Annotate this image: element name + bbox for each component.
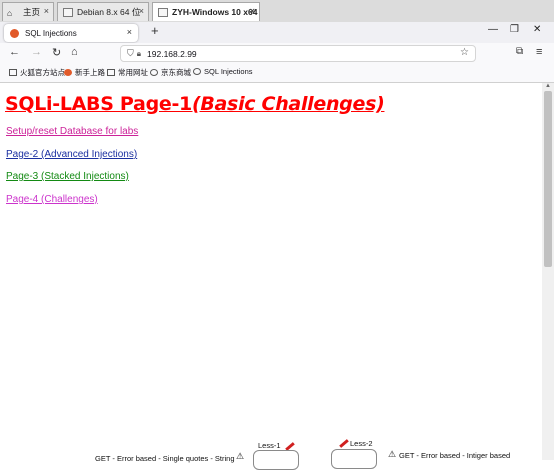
bookmark-jd[interactable]: 京东商城 [150,67,191,78]
reload-icon[interactable]: ↻ [52,46,61,59]
warning-icon: ⚠ [236,451,245,461]
close-icon[interactable]: × [250,6,255,16]
bookmark-label: 常用网址 [118,68,148,77]
close-tab-icon[interactable]: × [127,27,132,37]
globe-icon [150,69,158,76]
firefox-icon [64,69,72,76]
new-tab-button[interactable]: + [151,23,159,38]
vm-icon [63,7,73,17]
bookmarks-toolbar: 火狐官方站点 新手上路 常用网址 京东商城 SQL Injections [0,64,554,83]
navigation-toolbar: ← → ↻ ⌂ ⛉ 🔒︎ 192.168.2.99 ☆ ⧉ ≡ [0,43,554,64]
home-icon: ⌂ [7,7,13,18]
vm-tab-label: ZYH-Windows 10 x64 [172,7,258,17]
warning-icon: ⚠ [388,449,397,459]
globe-icon [193,68,201,75]
pencil-icon [339,439,349,448]
menu-icon[interactable]: ≡ [536,46,542,58]
browser-tab-strip: SQL Injections × [0,22,554,43]
extensions-icon[interactable]: ⧉ [516,46,523,57]
page-scrollbar[interactable]: ▲ [542,83,554,460]
minimize-icon[interactable]: — [488,24,498,35]
bookmark-getting-started[interactable]: 新手上路 [64,67,105,78]
page-2-link[interactable]: Page-2 (Advanced Injections) [6,149,137,160]
close-window-icon[interactable]: ✕ [533,24,541,35]
setup-database-link[interactable]: Setup/reset Database for labs [6,126,138,137]
less-1-label[interactable]: Less-1 [258,441,281,450]
vm-tab-label: 主页 [23,7,41,17]
folder-icon [9,69,17,76]
close-icon[interactable]: × [44,6,49,16]
url-bar[interactable]: ⛉ 🔒︎ 192.168.2.99 ☆ [120,45,476,62]
less-2-description: GET - Error based - Intiger based [399,451,511,460]
vm-tab-bar: ⌂ 主页 × Debian 8.x 64 位 × ZYH-Windows 10 … [0,0,554,23]
bookmark-common-sites[interactable]: 常用网址 [107,67,148,78]
bookmark-firefox-official[interactable]: 火狐官方站点 [9,67,65,78]
page-title[interactable]: SQLi-LABS Page-1(Basic Challenges) [5,93,385,115]
restore-icon[interactable]: ❐ [510,24,519,35]
title-sub: (Basic Challenges) [191,93,385,115]
url-text: 192.168.2.99 [147,48,197,59]
vm-tab-windows[interactable]: ZYH-Windows 10 x64 × [152,2,260,21]
page-4-link[interactable]: Page-4 (Challenges) [6,194,98,205]
bookmark-label: SQL Injections [204,67,253,76]
bookmark-label: 京东商城 [161,68,191,77]
firefox-icon [10,28,19,38]
shield-icon: ⛉ [127,48,134,58]
less-1-description: GET - Error based - Single quotes - Stri… [95,454,235,463]
vm-icon [158,7,168,17]
bookmark-label: 火狐官方站点 [20,68,65,77]
less-2-label[interactable]: Less-2 [350,439,373,448]
bookmark-label: 新手上路 [75,68,105,77]
back-icon[interactable]: ← [9,46,20,58]
vm-tab-home[interactable]: ⌂ 主页 × [2,2,54,21]
vm-tab-debian[interactable]: Debian 8.x 64 位 × [57,2,149,21]
home-icon[interactable]: ⌂ [71,46,78,58]
page-content: SQLi-LABS Page-1(Basic Challenges) Setup… [0,83,542,470]
scrollbar-thumb[interactable] [544,91,552,267]
title-main: SQLi-LABS Page-1 [5,93,192,115]
less-2-box[interactable] [331,449,377,469]
vm-tab-label: Debian 8.x 64 位 [77,7,141,17]
page-3-link[interactable]: Page-3 (Stacked Injections) [6,171,129,182]
bookmark-sql-injections[interactable]: SQL Injections [193,67,253,76]
scroll-up-icon[interactable]: ▲ [545,83,551,89]
close-icon[interactable]: × [139,6,144,16]
page-info-icon[interactable]: 🔒︎ [137,49,141,59]
browser-tab-sql[interactable]: SQL Injections × [4,24,138,42]
less-1-box[interactable] [253,450,299,470]
forward-icon[interactable]: → [31,46,42,58]
folder-icon [107,69,115,76]
browser-tab-label: SQL Injections [25,28,77,38]
bookmark-star-icon[interactable]: ☆ [460,47,469,58]
